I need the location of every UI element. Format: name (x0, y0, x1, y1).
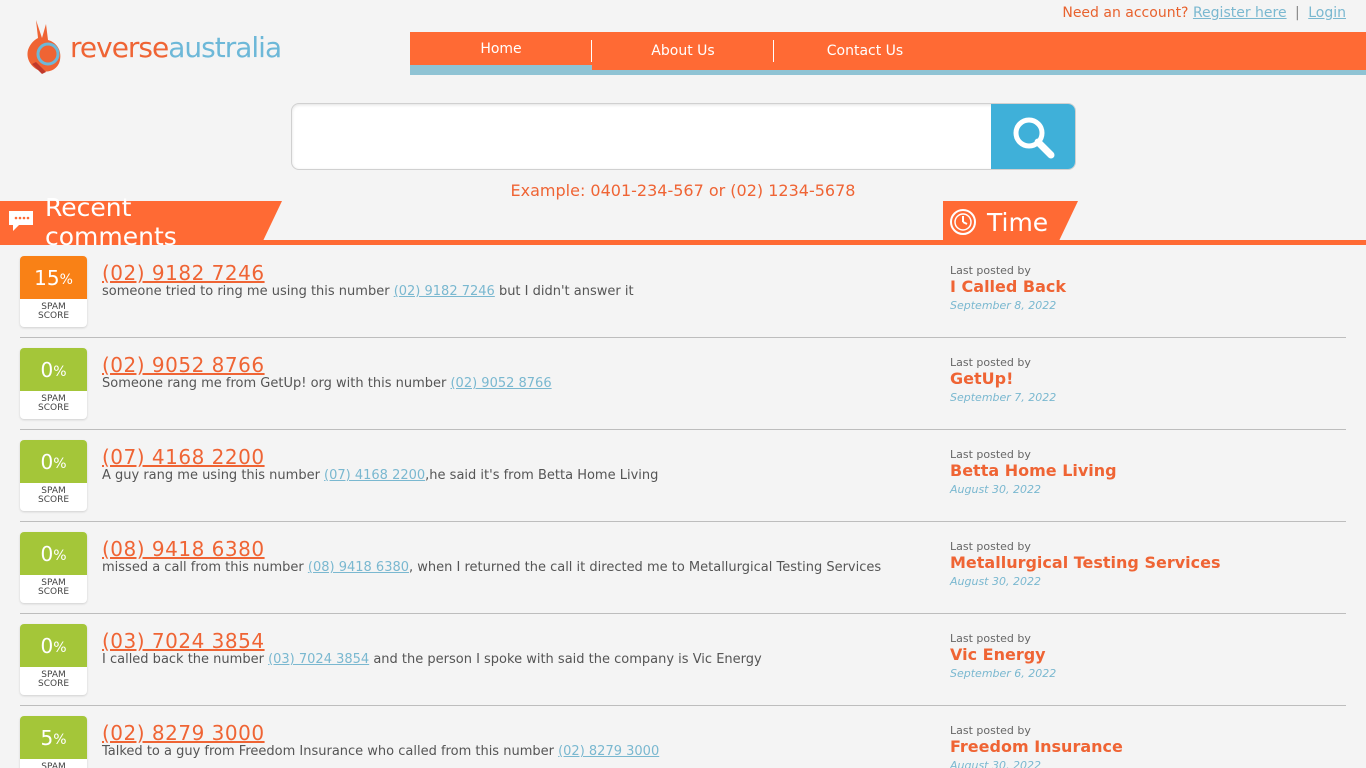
phone-number-link[interactable]: (07) 4168 2200 (102, 445, 265, 469)
comment-text: someone tried to ring me using this numb… (102, 284, 634, 299)
clock-icon (950, 209, 976, 235)
post-date: September 7, 2022 (950, 391, 1057, 404)
inline-number-link[interactable]: (07) 4168 2200 (324, 468, 425, 483)
last-posted-label: Last posted by (950, 448, 1031, 461)
last-posted-label: Last posted by (950, 540, 1031, 553)
post-date: August 30, 2022 (950, 759, 1041, 768)
spam-score-value: 5% (20, 716, 87, 759)
nav-contact-us[interactable]: Contact Us (774, 32, 956, 70)
nav-home[interactable]: Home (410, 32, 592, 70)
comment-text: Talked to a guy from Freedom Insurance w… (102, 744, 660, 759)
spam-score-badge: 5% SPAMSCORE (20, 716, 87, 768)
spam-score-label: SPAMSCORE (37, 486, 70, 505)
search-icon (1013, 117, 1055, 158)
last-posted-label: Last posted by (950, 632, 1031, 645)
poster-name[interactable]: Freedom Insurance (950, 737, 1123, 756)
spam-score-label: SPAMSCORE (37, 302, 70, 321)
list-item: 0% SPAM SCORE (08) 9418 6380 missed a cal… (20, 522, 1346, 614)
inline-number-link[interactable]: (08) 9418 6380 (308, 560, 409, 575)
comment-text: A guy rang me using this number (07) 416… (102, 468, 659, 483)
comments-list: 15% SPAM SCORE (02) 9182 7246 someone tri… (20, 246, 1346, 768)
phone-number-link[interactable]: (02) 9182 7246 (102, 261, 265, 285)
inline-number-link[interactable]: (02) 9182 7246 (394, 284, 495, 299)
phone-number-link[interactable]: (08) 9418 6380 (102, 537, 265, 561)
spam-score-badge: 0% SPAM SCORE (20, 532, 87, 603)
account-prompt: Need an account? (1062, 5, 1189, 21)
post-date: August 30, 2022 (950, 575, 1041, 588)
spam-score-value: 15% (20, 256, 87, 299)
spam-score-label: SPAMSCORE (37, 670, 70, 689)
main-nav: Home About Us Contact Us (410, 32, 1366, 75)
time-title: Time (987, 207, 1049, 237)
comment-text: missed a call from this number (08) 9418… (102, 560, 882, 575)
list-item: 0% SPAM SCORE (03) 7024 3854 I called bac… (20, 614, 1346, 706)
spam-score-value: 0% (20, 440, 87, 483)
phone-number-link[interactable]: (02) 8279 3000 (102, 721, 265, 745)
speech-bubble-icon (9, 211, 33, 231)
recent-comments-header: Recent comments (0, 193, 282, 251)
search-box (291, 103, 1076, 170)
last-posted-label: Last posted by (950, 356, 1031, 369)
post-date: September 8, 2022 (950, 299, 1057, 312)
poster-name[interactable]: GetUp! (950, 369, 1013, 388)
spam-score-value: 0% (20, 532, 87, 575)
time-header: Time (943, 201, 1078, 243)
list-item: 15% SPAM SCORE (02) 9182 7246 someone tri… (20, 246, 1346, 338)
site-logo[interactable]: reverseaustralia (22, 18, 282, 76)
account-links: Need an account? Register here | Login (1062, 5, 1346, 21)
poster-name[interactable]: Betta Home Living (950, 461, 1117, 480)
logo-text: reverseaustralia (70, 30, 282, 64)
account-separator: | (1295, 5, 1300, 21)
poster-name[interactable]: I Called Back (950, 277, 1066, 296)
inline-number-link[interactable]: (03) 7024 3854 (268, 652, 369, 667)
spam-score-label: SPAMSCORE (37, 578, 70, 597)
poster-name[interactable]: Metallurgical Testing Services (950, 553, 1221, 572)
spam-score-value: 0% (20, 624, 87, 667)
inline-number-link[interactable]: (02) 8279 3000 (558, 744, 659, 759)
spam-score-label: SPAMSCORE (37, 394, 70, 413)
login-link[interactable]: Login (1308, 5, 1346, 21)
kangaroo-phone-logo-icon (27, 20, 61, 74)
spam-score-badge: 0% SPAM SCORE (20, 440, 87, 511)
spam-score-value: 0% (20, 348, 87, 391)
register-link[interactable]: Register here (1193, 5, 1287, 21)
spam-score-badge: 0% SPAM SCORE (20, 624, 87, 695)
comment-text: I called back the number (03) 7024 3854 … (102, 652, 762, 667)
search-input[interactable] (292, 104, 992, 169)
inline-number-link[interactable]: (02) 9052 8766 (450, 376, 551, 391)
nav-about-us[interactable]: About Us (592, 32, 774, 70)
list-item: 5% SPAMSCORE (02) 8279 3000 Talked to a … (20, 706, 1346, 768)
search-button[interactable] (991, 104, 1075, 169)
spam-score-badge: 0% SPAM SCORE (20, 348, 87, 419)
last-posted-label: Last posted by (950, 724, 1031, 737)
phone-number-link[interactable]: (03) 7024 3854 (102, 629, 265, 653)
spam-score-badge: 15% SPAM SCORE (20, 256, 87, 327)
phone-number-link[interactable]: (02) 9052 8766 (102, 353, 265, 377)
post-date: August 30, 2022 (950, 483, 1041, 496)
poster-name[interactable]: Vic Energy (950, 645, 1046, 664)
list-item: 0% SPAM SCORE (07) 4168 2200 A guy rang m… (20, 430, 1346, 522)
list-item: 0% SPAM SCORE (02) 9052 8766 Someone rang… (20, 338, 1346, 430)
recent-comments-title: Recent comments (45, 193, 177, 251)
spam-score-label: SPAMSCORE (41, 762, 66, 768)
comment-text: Someone rang me from GetUp! org with thi… (102, 376, 552, 391)
post-date: September 6, 2022 (950, 667, 1057, 680)
last-posted-label: Last posted by (950, 264, 1031, 277)
